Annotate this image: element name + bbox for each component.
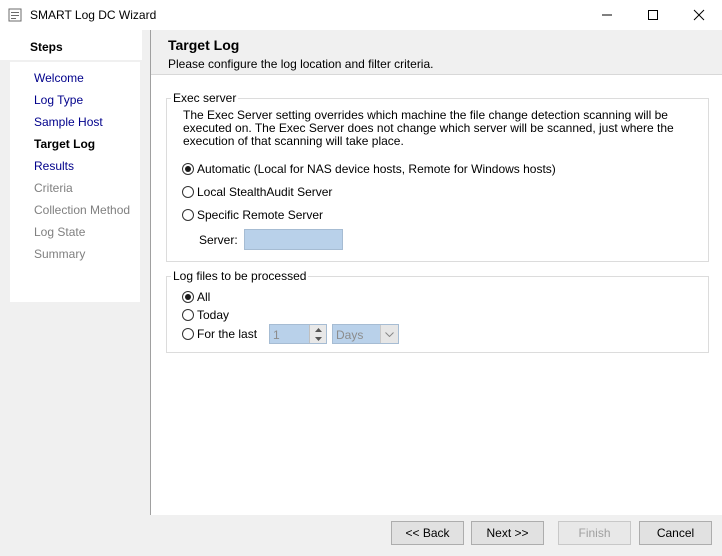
page-header: Target Log Please configure the log loca… (151, 30, 722, 75)
radio-button[interactable] (182, 209, 194, 221)
radio-specific-remote[interactable]: Specific Remote Server (182, 208, 323, 222)
exec-server-legend: Exec server (171, 91, 239, 105)
stepper-down-button[interactable] (309, 334, 326, 343)
radio-specific-remote-label: Specific Remote Server (197, 208, 324, 222)
days-unit-value: Days (336, 328, 364, 342)
step-summary: Summary (34, 247, 86, 261)
radio-local-server[interactable]: Local StealthAudit Server (182, 185, 332, 199)
radio-automatic-label: Automatic (Local for NAS device hosts, R… (197, 162, 556, 176)
finish-button[interactable]: Finish (558, 521, 631, 545)
radio-button[interactable] (182, 291, 194, 303)
steps-title: Steps (30, 40, 63, 54)
days-unit-select[interactable]: Days (332, 324, 399, 344)
radio-today-label: Today (197, 308, 230, 322)
back-button[interactable]: << Back (391, 521, 464, 545)
log-files-group (166, 276, 709, 353)
radio-button[interactable] (182, 309, 194, 321)
cancel-button[interactable]: Cancel (639, 521, 712, 545)
days-count-stepper[interactable]: 1 (269, 324, 327, 344)
step-target-log[interactable]: Target Log (34, 137, 95, 151)
minimize-button[interactable] (584, 0, 630, 30)
step-collection-method: Collection Method (34, 203, 131, 217)
radio-for-the-last[interactable]: For the last (182, 327, 257, 341)
chevron-down-icon (385, 331, 394, 337)
radio-automatic[interactable]: Automatic (Local for NAS device hosts, R… (182, 162, 556, 176)
exec-server-description: The Exec Server setting overrides which … (183, 108, 674, 148)
maximize-icon (648, 10, 658, 20)
close-icon (693, 9, 705, 21)
step-log-type[interactable]: Log Type (34, 93, 83, 107)
select-dropdown-button[interactable] (380, 325, 398, 343)
step-criteria: Criteria (34, 181, 73, 195)
radio-all-label: All (197, 290, 211, 304)
app-icon (8, 8, 22, 22)
log-files-legend: Log files to be processed (171, 269, 309, 283)
stepper-up-button[interactable] (309, 325, 326, 334)
step-welcome[interactable]: Welcome (34, 71, 84, 85)
close-button[interactable] (676, 0, 722, 30)
step-results[interactable]: Results (34, 159, 74, 173)
window-title: SMART Log DC Wizard (30, 8, 157, 22)
steps-header: Steps (0, 30, 142, 60)
radio-selected-dot (185, 294, 191, 300)
radio-selected-dot (185, 166, 191, 172)
radio-button[interactable] (182, 328, 194, 340)
radio-button[interactable] (182, 186, 194, 198)
radio-all[interactable]: All (182, 290, 210, 304)
radio-button[interactable] (182, 163, 194, 175)
chevron-down-icon (314, 336, 322, 341)
minimize-icon (602, 14, 612, 16)
step-log-state: Log State (34, 225, 86, 239)
radio-today[interactable]: Today (182, 308, 229, 322)
page-subtitle: Please configure the log location and fi… (168, 57, 434, 71)
next-button[interactable]: Next >> (471, 521, 544, 545)
maximize-button[interactable] (630, 0, 676, 30)
step-sample-host[interactable]: Sample Host (34, 115, 103, 129)
steps-panel: Steps Welcome Log Type Sample Host Targe… (0, 30, 151, 515)
chevron-up-icon (314, 327, 322, 332)
days-count-value: 1 (273, 328, 280, 342)
radio-for-the-last-label: For the last (197, 327, 258, 341)
title-bar: SMART Log DC Wizard (0, 0, 722, 30)
server-label: Server: (199, 233, 238, 247)
page-title: Target Log (168, 37, 240, 53)
radio-local-server-label: Local StealthAudit Server (197, 185, 333, 199)
server-input[interactable] (244, 229, 343, 250)
